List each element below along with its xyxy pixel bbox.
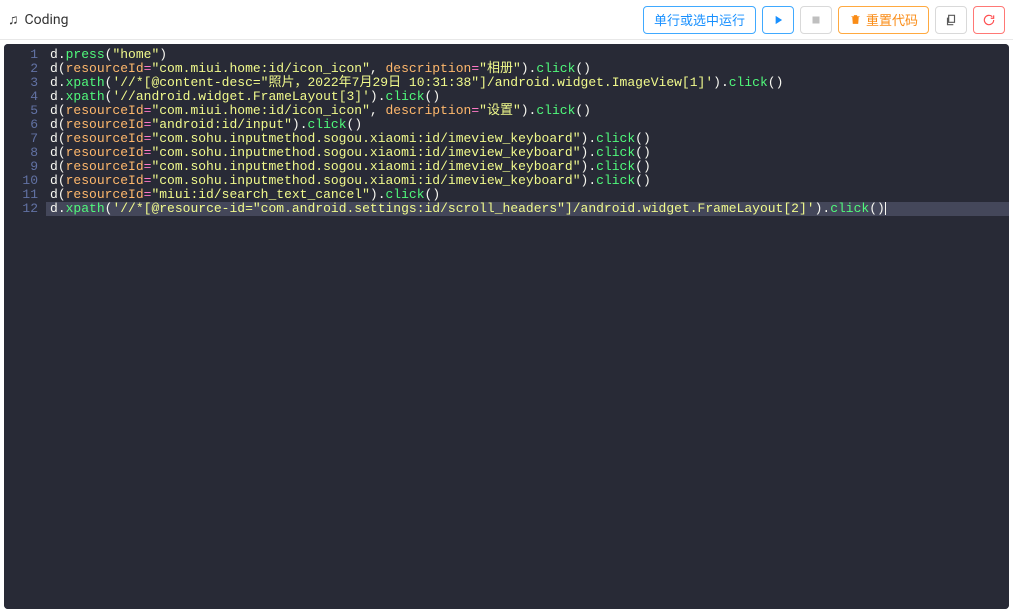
refresh-icon <box>982 13 996 27</box>
line-number-gutter: 123456789101112 <box>4 44 46 609</box>
line-number: 7 <box>8 132 38 146</box>
play-button[interactable] <box>762 6 794 34</box>
line-number: 10 <box>8 174 38 188</box>
run-button-label: 单行或选中运行 <box>654 10 745 29</box>
code-line[interactable]: d(resourceId="com.sohu.inputmethod.sogou… <box>46 132 1009 146</box>
line-number: 5 <box>8 104 38 118</box>
copy-icon <box>944 13 958 27</box>
refresh-button[interactable] <box>973 6 1005 34</box>
line-number: 1 <box>8 48 38 62</box>
code-line[interactable]: d(resourceId="com.miui.home:id/icon_icon… <box>46 104 1009 118</box>
line-number: 3 <box>8 76 38 90</box>
copy-button[interactable] <box>935 6 967 34</box>
play-icon <box>771 13 785 27</box>
music-icon: ♫ <box>8 11 19 28</box>
cursor <box>885 202 886 215</box>
reset-button-label: 重置代码 <box>866 10 918 29</box>
code-line[interactable]: d(resourceId="android:id/input").click() <box>46 118 1009 132</box>
code-editor[interactable]: 123456789101112 d.press("home")d(resourc… <box>4 44 1009 609</box>
code-area[interactable]: d.press("home")d(resourceId="com.miui.ho… <box>46 44 1009 609</box>
code-line[interactable]: d.xpath('//*[@resource-id="com.android.s… <box>46 202 1009 216</box>
code-line[interactable]: d(resourceId="com.sohu.inputmethod.sogou… <box>46 174 1009 188</box>
code-line[interactable]: d(resourceId="com.sohu.inputmethod.sogou… <box>46 146 1009 160</box>
line-number: 2 <box>8 62 38 76</box>
line-number: 9 <box>8 160 38 174</box>
run-button[interactable]: 单行或选中运行 <box>643 6 756 34</box>
reset-code-button[interactable]: 重置代码 <box>838 6 929 34</box>
line-number: 4 <box>8 90 38 104</box>
page-title: Coding <box>25 12 69 28</box>
code-line[interactable]: d(resourceId="com.miui.home:id/icon_icon… <box>46 62 1009 76</box>
line-number: 12 <box>8 202 38 216</box>
title-area: ♫ Coding <box>8 11 69 28</box>
trash-icon <box>849 13 862 26</box>
toolbar-actions: 单行或选中运行 重置代码 <box>643 6 1005 34</box>
code-line[interactable]: d.xpath('//android.widget.FrameLayout[3]… <box>46 90 1009 104</box>
stop-icon <box>809 13 823 27</box>
line-number: 11 <box>8 188 38 202</box>
code-line[interactable]: d.xpath('//*[@content-desc="照片，2022年7月29… <box>46 76 1009 90</box>
stop-button[interactable] <box>800 6 832 34</box>
code-line[interactable]: d.press("home") <box>46 48 1009 62</box>
code-line[interactable]: d(resourceId="miui:id/search_text_cancel… <box>46 188 1009 202</box>
code-line[interactable]: d(resourceId="com.sohu.inputmethod.sogou… <box>46 160 1009 174</box>
line-number: 8 <box>8 146 38 160</box>
line-number: 6 <box>8 118 38 132</box>
toolbar: ♫ Coding 单行或选中运行 重置代码 <box>0 0 1013 40</box>
